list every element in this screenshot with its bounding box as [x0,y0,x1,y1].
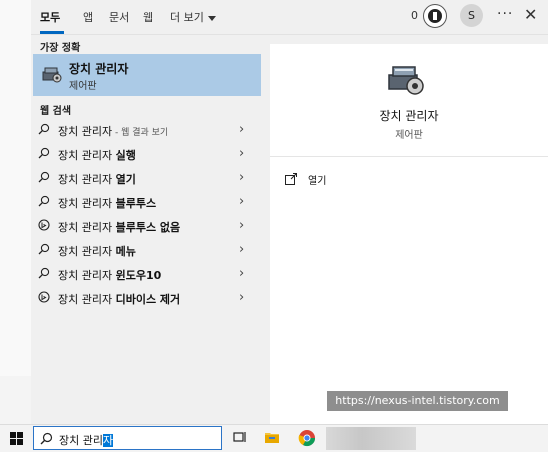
web-result-suggestion: 실행 [115,149,136,162]
web-result-query: 장치 관리자 [58,269,116,282]
detail-title: 장치 관리자 [379,109,439,123]
watermark: https://nexus-intel.tistory.com [327,391,508,411]
web-result-label: 장치 관리자 - 웹 결과 보기 [58,123,168,139]
bing-icon [38,291,52,305]
bing-icon [38,219,52,233]
chevron-right-icon: › [239,290,245,305]
detail-pane: 장치 관리자 제어판 열기 [270,44,548,424]
search-icon [38,243,52,257]
web-result-label: 장치 관리자 열기 [58,171,136,187]
web-result-item[interactable]: 장치 관리자 윈도우10 › [31,262,267,286]
web-result-suggestion: 디바이스 제거 [115,293,181,306]
web-search-heading: 웹 검색 [40,106,72,117]
web-result-item[interactable]: 장치 관리자 디바이스 제거 › [31,286,267,310]
search-icon [38,267,52,281]
web-result-item[interactable]: 장치 관리자 실행 › [31,142,267,166]
start-search-panel: 모두 앱 문서 웹 더 보기 0 S ··· ✕ 가장 정확 장치 관리자 제어… [31,0,548,424]
desktop-background [0,0,31,376]
web-result-item[interactable]: 장치 관리자 블루투스 없음 › [31,214,267,238]
task-view-icon[interactable] [233,430,247,447]
web-result-query: 장치 관리자 [58,173,116,186]
search-icon [38,171,52,185]
more-options-icon[interactable]: ··· [497,6,513,22]
search-icon [40,432,53,448]
rewards-icon[interactable] [423,4,447,28]
open-action-label: 열기 [308,176,327,187]
blurred-taskbar-apps [326,427,416,450]
web-result-suggestion: 메뉴 [115,245,136,258]
chevron-right-icon: › [239,146,245,161]
web-result-label: 장치 관리자 디바이스 제거 [58,291,180,307]
search-icon [38,195,52,209]
search-typed-text: 장치 관리 [59,434,103,447]
web-result-item[interactable]: 장치 관리자 - 웹 결과 보기 › [31,118,267,142]
taskbar: 장치 관리자 [0,424,548,452]
file-explorer-icon[interactable] [264,429,280,448]
tab-all[interactable]: 모두 [40,9,60,25]
detail-subtitle: 제어판 [395,130,423,141]
web-result-query: 장치 관리자 [58,245,116,258]
web-result-suggestion: - 웹 결과 보기 [112,128,169,138]
active-tab-indicator [40,31,64,34]
close-icon[interactable]: ✕ [524,5,537,24]
divider [270,156,548,157]
tab-apps[interactable]: 앱 [83,9,93,25]
web-result-label: 장치 관리자 윈도우10 [58,267,161,283]
web-result-suggestion: 열기 [115,173,136,186]
chrome-icon[interactable] [298,429,316,450]
windows-start-icon[interactable] [10,432,23,448]
chevron-right-icon: › [239,242,245,257]
device-manager-icon [385,59,427,102]
chevron-right-icon: › [239,194,245,209]
web-result-label: 장치 관리자 실행 [58,147,136,163]
web-result-query: 장치 관리자 [58,197,116,210]
web-result-query: 장치 관리자 [58,149,116,162]
web-result-query: 장치 관리자 [58,221,116,234]
chevron-down-icon [207,15,216,21]
web-result-label: 장치 관리자 블루투스 [58,195,156,211]
web-result-suggestion: 블루투스 [115,197,157,210]
tab-documents[interactable]: 문서 [109,9,129,25]
chevron-right-icon: › [239,218,245,233]
web-result-item[interactable]: 장치 관리자 블루투스 › [31,190,267,214]
chevron-right-icon: › [239,122,245,137]
web-result-query: 장치 관리자 [58,293,116,306]
chevron-right-icon: › [239,266,245,281]
web-result-query: 장치 관리자 [58,125,113,138]
web-result-label: 장치 관리자 메뉴 [58,243,136,259]
web-result-item[interactable]: 장치 관리자 메뉴 › [31,238,267,262]
avatar[interactable]: S [460,4,483,27]
search-query-text: 장치 관리자 [59,432,114,448]
search-selected-text: 자 [102,434,114,447]
tab-more-label: 더 보기 [170,11,204,24]
taskbar-search-input[interactable]: 장치 관리자 [33,426,222,450]
tab-more[interactable]: 더 보기 [170,9,216,25]
web-result-suggestion: 블루투스 없음 [115,221,181,234]
rewards-count: 0 [411,9,418,22]
search-icon [38,147,52,161]
search-tabs-bar: 모두 앱 문서 웹 더 보기 0 S ··· ✕ [31,0,548,35]
best-match-subtitle: 제어판 [69,81,97,92]
best-match-item[interactable]: 장치 관리자 제어판 [33,54,261,96]
web-result-item[interactable]: 장치 관리자 열기 › [31,166,267,190]
best-match-title: 장치 관리자 [69,62,129,76]
open-icon [284,172,298,189]
search-icon [38,123,52,137]
best-match-heading: 가장 정확 [40,43,81,54]
web-result-suggestion: 윈도우10 [115,269,162,282]
chevron-right-icon: › [239,170,245,185]
tab-web[interactable]: 웹 [143,9,153,25]
device-manager-icon [41,63,63,88]
web-result-label: 장치 관리자 블루투스 없음 [58,219,180,235]
